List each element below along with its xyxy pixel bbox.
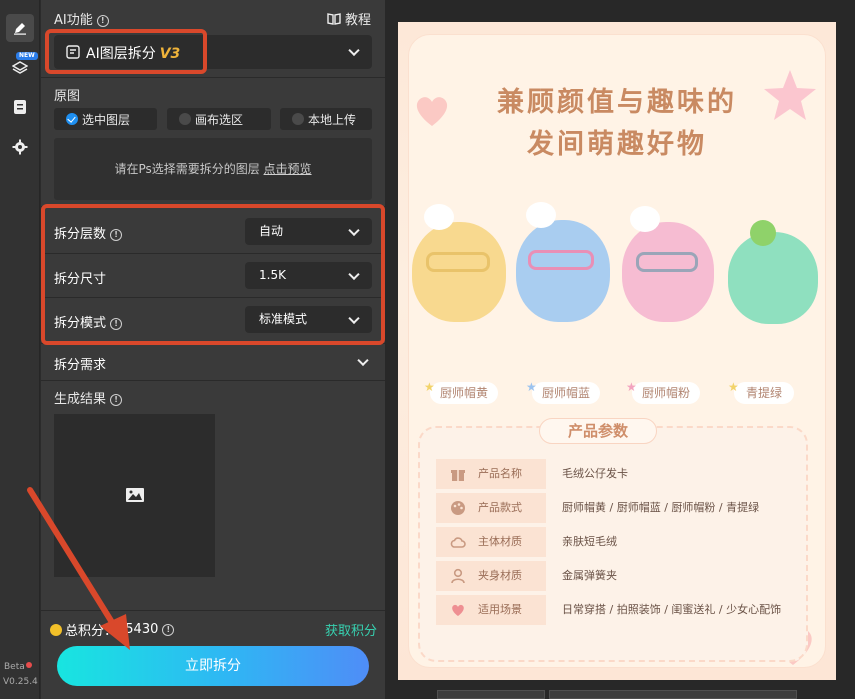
grape — [750, 220, 776, 246]
glasses — [528, 250, 594, 270]
chevron-down-icon — [348, 44, 360, 57]
arrow-annotation-icon — [27, 487, 130, 650]
product-tag: ★ 厨师帽粉 — [626, 380, 700, 404]
chevron-down-icon[interactable] — [357, 354, 369, 367]
gift-icon — [451, 470, 465, 481]
canvas-tab[interactable] — [437, 690, 545, 699]
chef-hat — [526, 202, 556, 228]
canvas-bottom-tabs — [437, 690, 797, 699]
radio-icon — [292, 113, 304, 125]
product-tag: ★ 青提绿 — [728, 380, 794, 404]
cloud-icon — [450, 537, 466, 548]
get-score-link[interactable]: 获取积分 — [325, 620, 377, 639]
chef-hat — [630, 206, 660, 232]
canvas-tab[interactable] — [549, 690, 797, 699]
source-option-local-upload[interactable]: 本地上传 — [280, 108, 372, 130]
glasses — [636, 252, 698, 272]
glasses — [426, 252, 490, 272]
plush-green — [728, 232, 818, 324]
plush-blue — [516, 220, 610, 322]
poster-image: 兼顾颜值与趣味的 发间萌趣好物 ★ 厨师帽黄 ★ 厨师帽蓝 ★ 厨师帽粉 ★ 青提绿 产… — [398, 22, 836, 680]
user-icon — [451, 568, 465, 584]
heart-icon — [452, 604, 464, 616]
product-tag: ★ 厨师帽蓝 — [526, 380, 600, 404]
param-row: 夹身材质 金属弹簧夹 — [436, 561, 786, 591]
param-row: 主体材质 亲肤短毛绒 — [436, 527, 786, 557]
palette-icon — [451, 501, 465, 515]
preview-link[interactable]: 点击预览 — [264, 162, 312, 176]
poster-headline-1: 兼顾颜值与趣味的 — [497, 87, 737, 118]
book-icon — [327, 12, 341, 25]
poster-headline-2: 发间萌趣好物 — [527, 129, 707, 160]
plush-pink — [622, 222, 714, 322]
param-row: 产品名称 毛绒公仔发卡 — [436, 459, 786, 489]
param-row: 产品款式 厨师帽黄 / 厨师帽蓝 / 厨师帽粉 / 青提绿 — [436, 493, 786, 523]
param-row: 适用场景 日常穿搭 / 拍照装饰 / 闺蜜送礼 / 少女心配饰 — [436, 595, 786, 625]
product-tag: ★ 厨师帽黄 — [424, 380, 498, 404]
params-title: 产品参数 — [539, 418, 657, 444]
plush-yellow — [412, 222, 506, 322]
chef-hat — [424, 204, 454, 230]
tutorial-link[interactable]: 教程 — [327, 9, 371, 28]
